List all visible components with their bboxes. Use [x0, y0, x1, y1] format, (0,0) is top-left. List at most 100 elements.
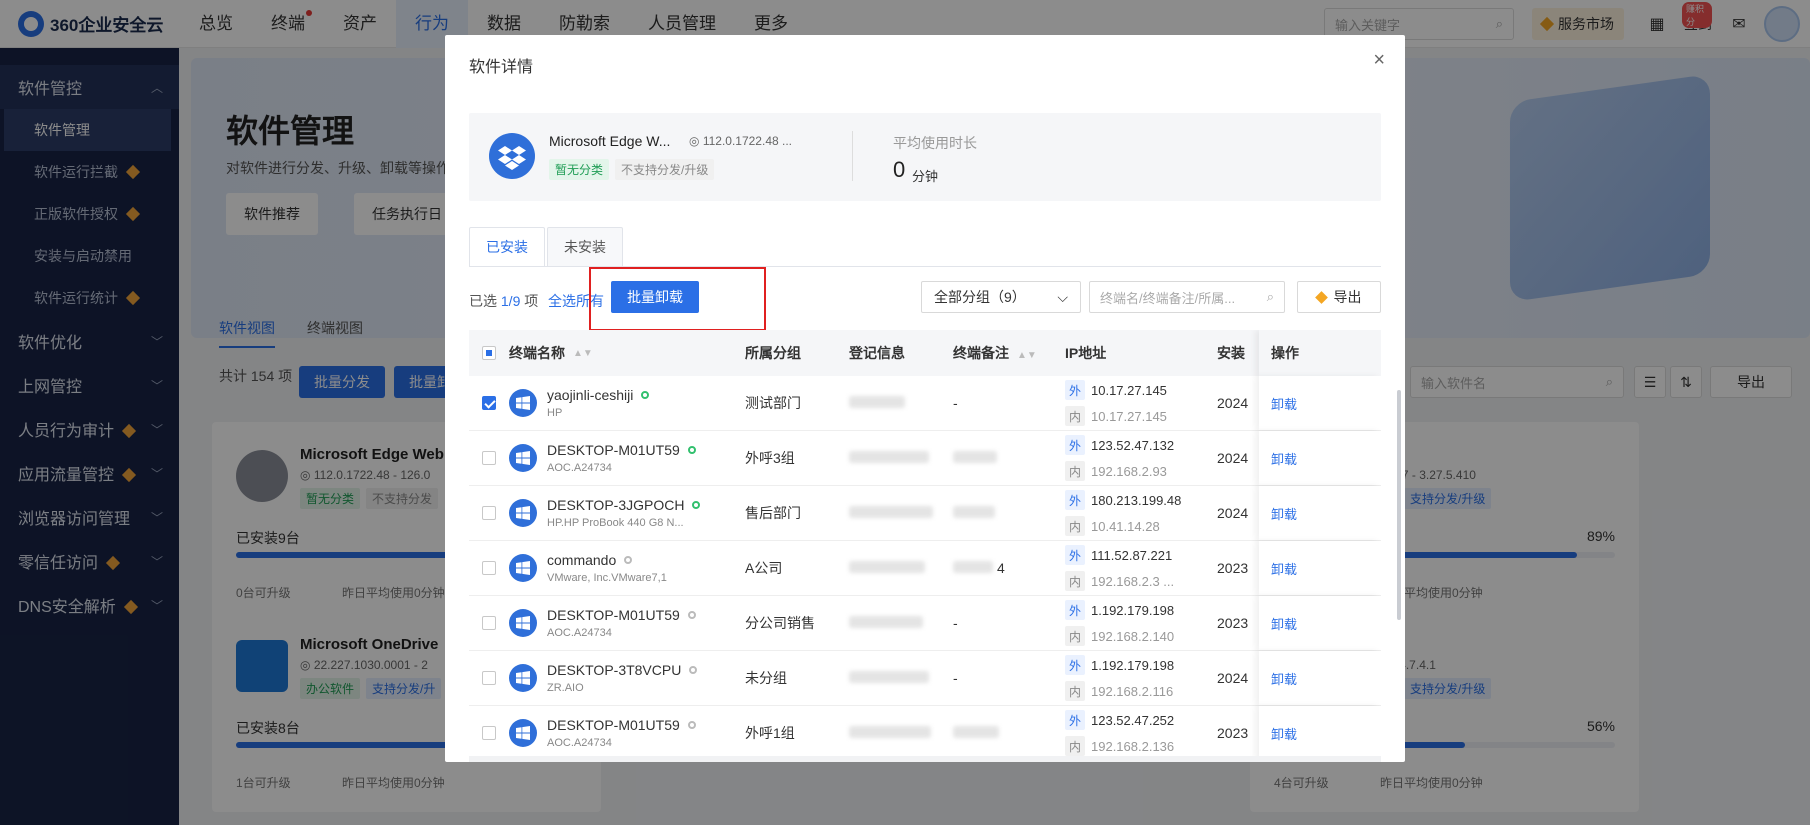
sort-icon[interactable]: ▲▼	[1017, 350, 1037, 361]
col-note[interactable]: 终端备注 ▲▼	[953, 343, 1065, 363]
redacted-text	[849, 616, 923, 628]
diamond-icon	[1314, 290, 1328, 304]
row-checkbox[interactable]	[482, 396, 496, 410]
row-checkbox[interactable]	[482, 506, 496, 520]
terminal-name-wrap: DESKTOP-M01UT59 AOC.A24734	[547, 442, 696, 474]
close-icon[interactable]: ×	[1373, 49, 1385, 72]
horizontal-scrollbar[interactable]	[469, 756, 1381, 762]
tab-not-installed[interactable]: 未安装	[547, 227, 623, 267]
row-checkbox[interactable]	[482, 726, 496, 740]
operation-cell: 卸载	[1259, 596, 1381, 650]
internal-ip: 10.41.14.28	[1091, 518, 1160, 534]
operation-cell: 卸载	[1259, 651, 1381, 705]
terminal-model: HP.HP ProBook 440 G8 N...	[547, 517, 684, 529]
row-checkbox[interactable]	[482, 616, 496, 630]
table-row[interactable]: DESKTOP-3T8VCPU ZR.AIO 未分组 - 外 1.192.179.198 内…	[469, 651, 1381, 706]
row-check-cell	[469, 561, 509, 575]
distribution-tag: 不支持分发/升级	[615, 159, 715, 180]
redacted-text	[849, 671, 929, 683]
install-time: 2023	[1217, 560, 1249, 576]
ip-external: 外 123.52.47.132	[1065, 435, 1217, 455]
dropbox-icon	[489, 133, 535, 179]
redacted-text	[953, 506, 995, 518]
ip-cell: 外 180.213.199.48 内 10.41.14.28	[1065, 490, 1217, 536]
ip-box: 外 10.17.27.145 内 10.17.27.145	[1065, 380, 1217, 426]
divider	[852, 131, 853, 181]
software-detail-dialog: 软件详情 × Microsoft Edge W... ◎ 112.0.1722.…	[445, 35, 1405, 762]
install-time: 2024	[1217, 450, 1249, 466]
operation-cell: 卸载	[1259, 431, 1381, 485]
uninstall-link[interactable]: 卸载	[1271, 394, 1297, 413]
terminal-name-wrap: DESKTOP-3JGPOCH HP.HP ProBook 440 G8 N...	[547, 497, 701, 529]
group-select[interactable]: 全部分组（9） ⌵	[921, 281, 1081, 313]
tab-installed[interactable]: 已安装	[469, 227, 545, 267]
terminal-note: -	[953, 615, 1065, 631]
table-row[interactable]: DESKTOP-M01UT59 AOC.A24734 外呼3组 外 123.52.47.…	[469, 431, 1381, 486]
terminal-search-input[interactable]: 终端名/终端备注/所属... ⌕	[1089, 281, 1285, 313]
uninstall-link[interactable]: 卸载	[1271, 614, 1297, 633]
row-checkbox[interactable]	[482, 671, 496, 685]
ip-cell: 外 1.192.179.198 内 192.168.2.140	[1065, 600, 1217, 646]
terminal-name-line: DESKTOP-M01UT59	[547, 717, 696, 733]
col-registration: 登记信息	[849, 345, 905, 361]
uninstall-link[interactable]: 卸载	[1271, 669, 1297, 688]
terminal-name-line: DESKTOP-3JGPOCH	[547, 497, 701, 513]
table-row[interactable]: DESKTOP-M01UT59 AOC.A24734 分公司销售 - 外 1.192.17…	[469, 596, 1381, 651]
ip-box: 外 180.213.199.48 内 10.41.14.28	[1065, 490, 1217, 536]
col-group: 所属分组	[745, 345, 801, 361]
software-name: Microsoft Edge W...	[549, 133, 671, 149]
windows-icon	[509, 719, 537, 747]
offline-status-icon	[624, 556, 633, 564]
internal-ip: 10.17.27.145	[1091, 408, 1167, 424]
internal-badge: 内	[1065, 406, 1085, 426]
internal-badge: 内	[1065, 571, 1085, 591]
table-row[interactable]: DESKTOP-3JGPOCH HP.HP ProBook 440 G8 N...…	[469, 486, 1381, 541]
ip-external: 外 111.52.87.221	[1065, 545, 1217, 565]
row-checkbox[interactable]	[482, 451, 496, 465]
row-checkbox[interactable]	[482, 561, 496, 575]
uninstall-link[interactable]: 卸载	[1271, 449, 1297, 468]
note-text: -	[953, 670, 958, 686]
terminal-group: 外呼1组	[745, 725, 795, 741]
row-check-cell	[469, 451, 509, 465]
registration-info	[849, 615, 953, 631]
table-row[interactable]: DESKTOP-M01UT59 AOC.A24734 外呼1组 外 123.52.47.…	[469, 706, 1381, 761]
export-button[interactable]: 导出	[1297, 281, 1381, 313]
windows-icon	[509, 664, 537, 692]
internal-badge: 内	[1065, 681, 1085, 701]
ip-external: 外 10.17.27.145	[1065, 380, 1217, 400]
sort-icon[interactable]: ▲▼	[573, 348, 593, 359]
terminal-name-cell: DESKTOP-3JGPOCH HP.HP ProBook 440 G8 N...	[509, 497, 745, 529]
uninstall-link[interactable]: 卸载	[1271, 724, 1297, 743]
table-row[interactable]: yaojinli-ceshiji HP 测试部门 - 外 10.17.27.145 内 10.…	[469, 376, 1381, 431]
redacted-text	[953, 561, 993, 573]
row-check-cell	[469, 396, 509, 410]
vertical-scrollbar[interactable]	[1397, 390, 1401, 620]
ip-cell: 外 123.52.47.252 内 192.168.2.136	[1065, 710, 1217, 756]
uninstall-link[interactable]: 卸载	[1271, 504, 1297, 523]
external-ip: 1.192.179.198	[1091, 602, 1175, 618]
note-text: -	[953, 395, 958, 411]
ip-external: 外 1.192.179.198	[1065, 600, 1217, 620]
col-terminal-name[interactable]: 终端名称 ▲▼	[509, 343, 745, 363]
terminal-note	[953, 505, 1065, 521]
table-row[interactable]: commando VMware, Inc.VMware7,1 A公司 4 外 111.52…	[469, 541, 1381, 596]
terminal-name-line: commando	[547, 552, 667, 568]
external-badge: 外	[1065, 655, 1085, 675]
ip-internal: 内 192.168.2.136	[1065, 736, 1217, 756]
note-text: 4	[997, 560, 1005, 576]
chevron-down-icon: ⌵	[1057, 288, 1068, 305]
uninstall-link[interactable]: 卸载	[1271, 559, 1297, 578]
terminal-name-wrap: DESKTOP-M01UT59 AOC.A24734	[547, 607, 696, 639]
note-text: -	[953, 615, 958, 631]
terminal-name-cell: DESKTOP-M01UT59 AOC.A24734	[509, 717, 745, 749]
offline-status-icon	[687, 721, 696, 729]
terminal-note	[953, 725, 1065, 741]
ip-cell: 外 111.52.87.221 内 192.168.2.3 ...	[1065, 545, 1217, 591]
external-badge: 外	[1065, 380, 1085, 400]
terminal-group: 未分组	[745, 670, 787, 686]
usage-label: 平均使用时长	[893, 135, 977, 151]
select-all-checkbox[interactable]	[482, 346, 496, 360]
windows-icon	[509, 554, 537, 582]
terminal-name-wrap: yaojinli-ceshiji HP	[547, 387, 650, 419]
